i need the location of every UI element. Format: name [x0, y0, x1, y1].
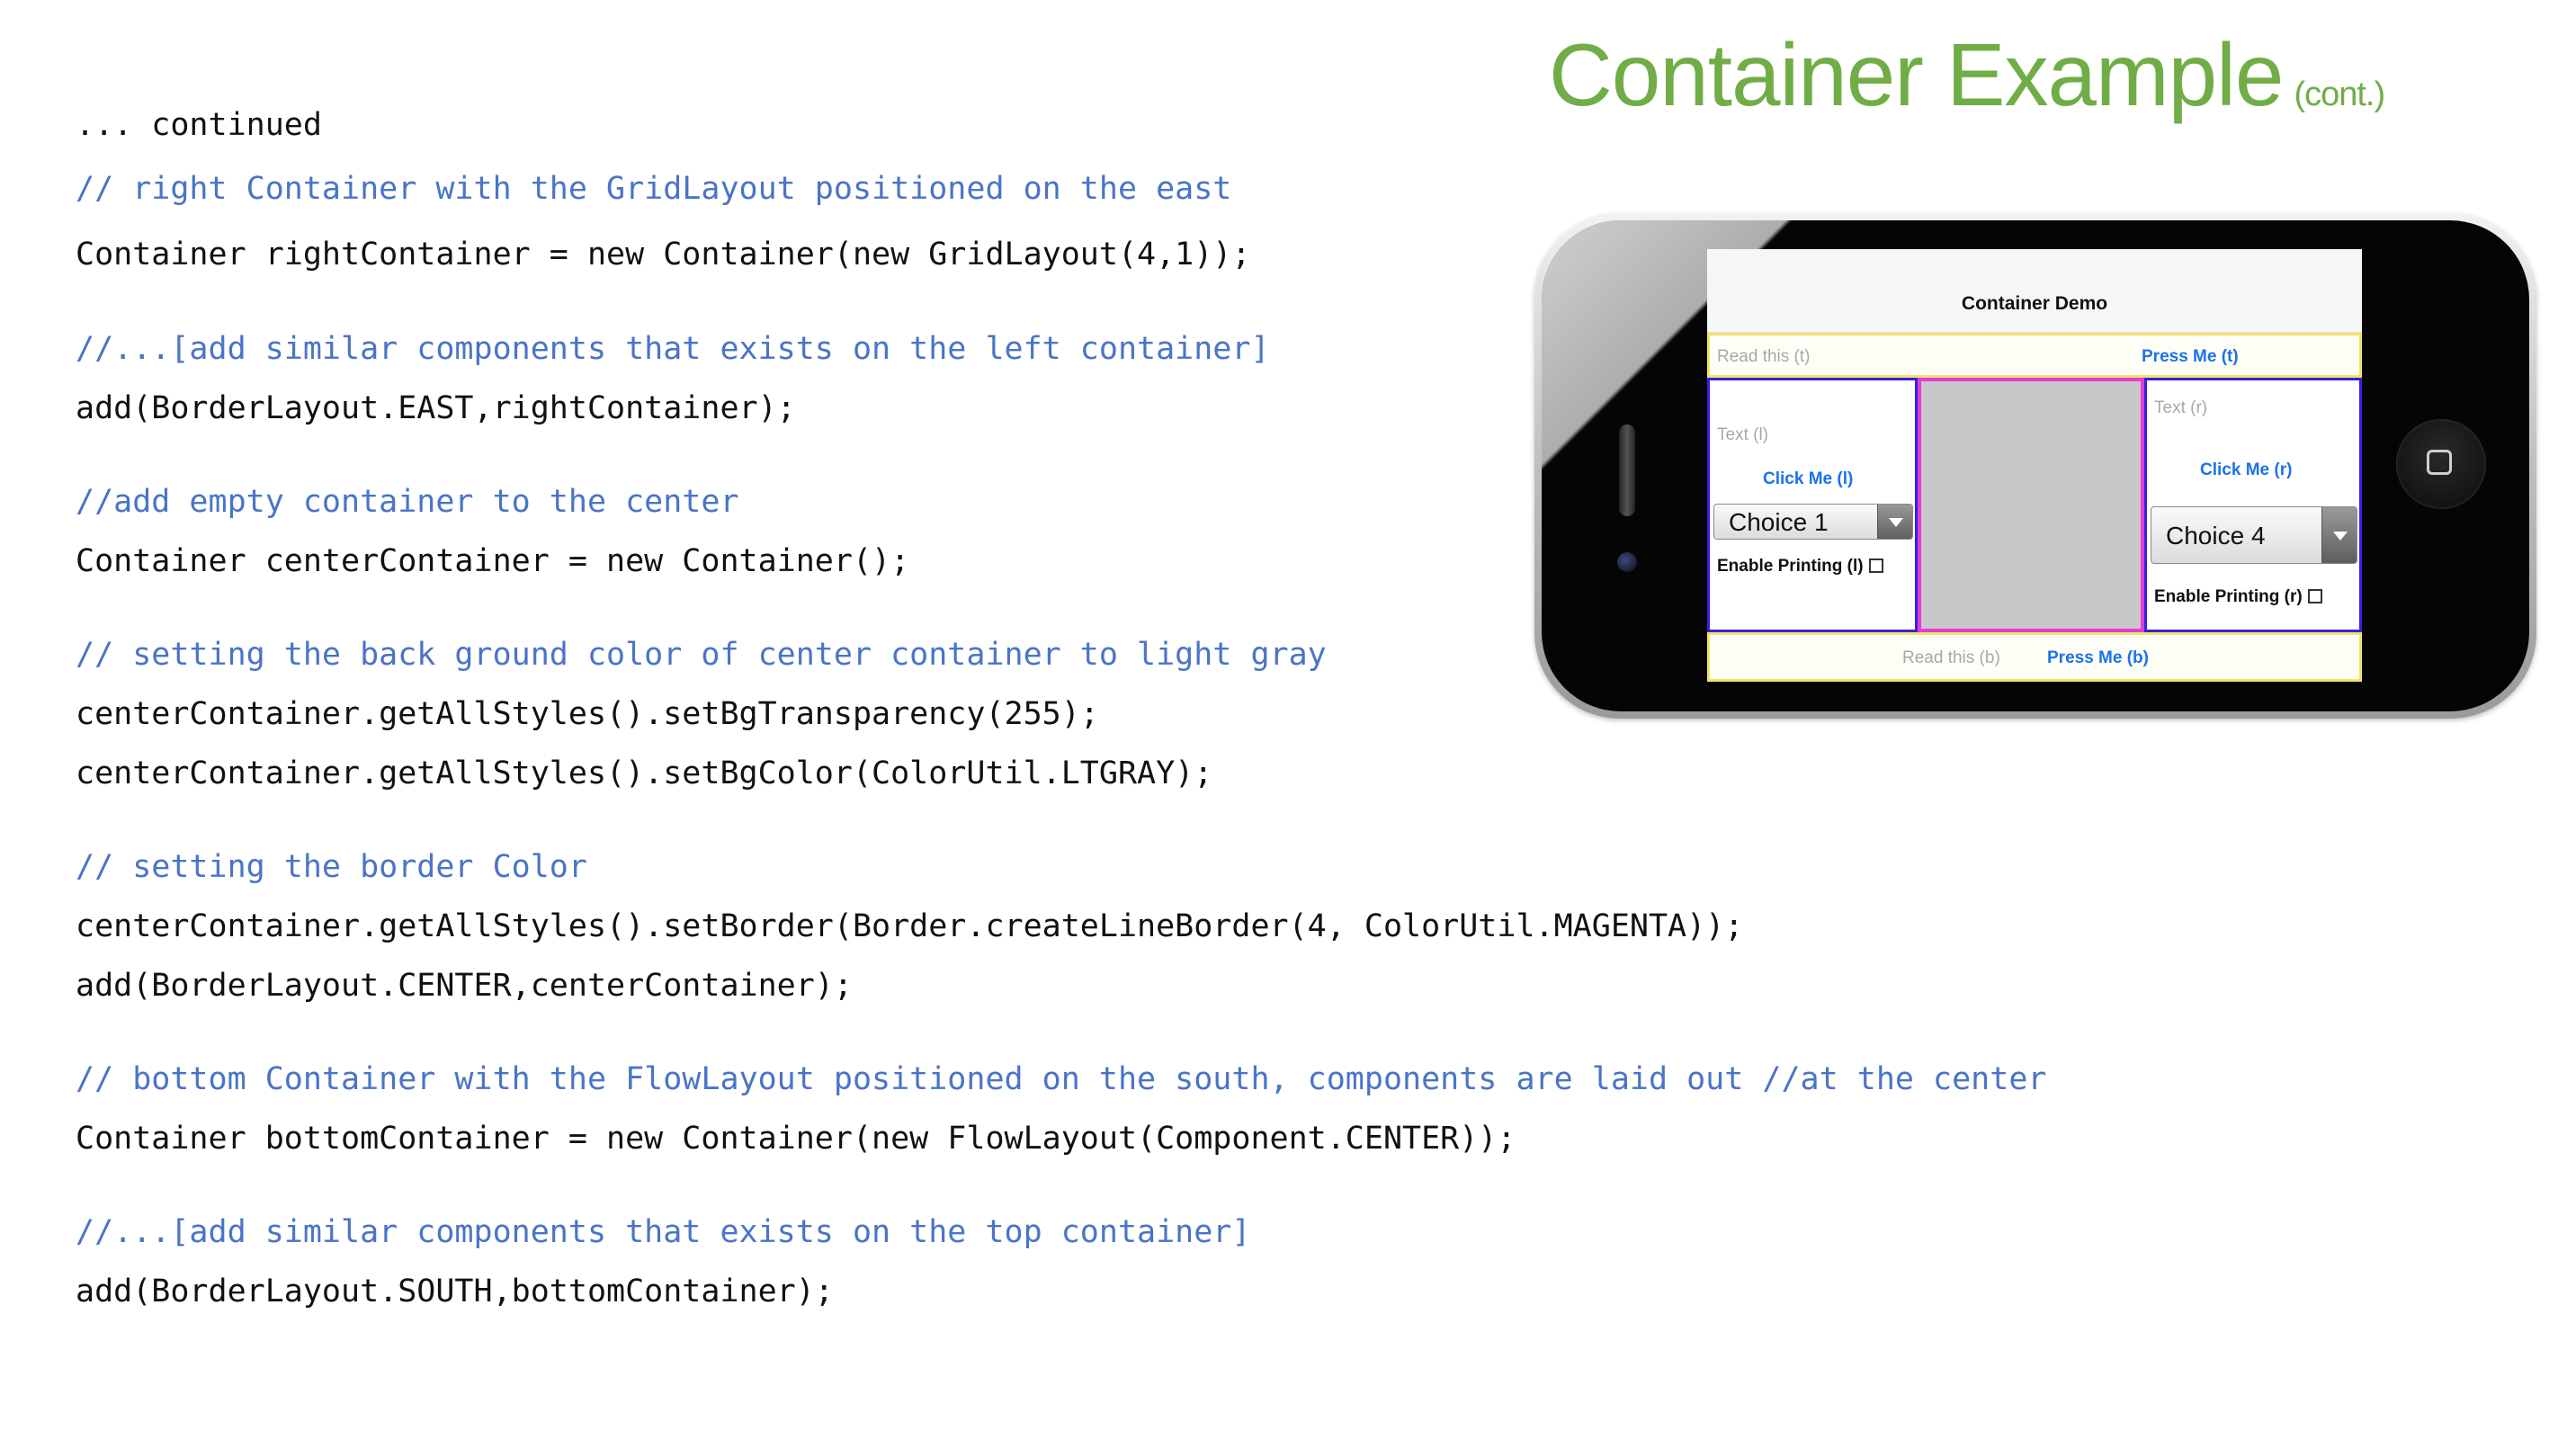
bottom-label: Read this (b): [1902, 648, 2000, 667]
code-line-continued: ... continued: [76, 107, 322, 143]
bottom-press-button[interactable]: Press Me (b): [2047, 648, 2149, 668]
home-square-icon: [2427, 450, 2452, 475]
left-checkbox-row[interactable]: Enable Printing (l): [1717, 557, 1883, 576]
slide-title: Container Example (cont.): [1549, 20, 2385, 130]
code-line-add-center: add(BorderLayout.CENTER,centerContainer)…: [76, 968, 853, 1004]
code-line-add-east: add(BorderLayout.EAST,rightContainer);: [76, 390, 796, 426]
left-text-field[interactable]: Text (l): [1717, 425, 1768, 445]
chevron-down-icon[interactable]: [1877, 505, 1912, 539]
speaker-icon: [1619, 425, 1635, 516]
top-label: Read this (t): [1717, 347, 1811, 366]
right-click-button[interactable]: Click Me (r): [2200, 460, 2292, 480]
code-line-bg-transparency: centerContainer.getAllStyles().setBgTran…: [76, 696, 1099, 732]
right-combo-value: Choice 4: [2166, 522, 2266, 550]
code-comment-bg-color: // setting the back ground color of cent…: [76, 637, 1327, 673]
right-container: Text (r) Click Me (r) Choice 4 Enable Pr…: [2144, 378, 2362, 632]
code-comment-bottom-container: // bottom Container with the FlowLayout …: [76, 1061, 2047, 1097]
slide-title-suffix: (cont.): [2294, 76, 2385, 113]
code-comment-right-container: // right Container with the GridLayout p…: [76, 171, 1232, 207]
top-press-button[interactable]: Press Me (t): [2142, 347, 2239, 367]
app-title-bar: Container Demo: [1707, 249, 2362, 333]
left-checkbox-label: Enable Printing (l): [1717, 557, 1864, 576]
left-checkbox[interactable]: [1868, 559, 1883, 573]
app-screen: Container Demo Read this (t) Press Me (t…: [1707, 249, 2362, 682]
code-comment-add-similar-top: //...[add similar components that exists…: [76, 1214, 1251, 1250]
code-comment-add-similar-left: //...[add similar components that exists…: [76, 331, 1270, 367]
camera-icon: [1617, 552, 1637, 572]
code-line-right-container: Container rightContainer = new Container…: [76, 237, 1251, 273]
bottom-container: Read this (b) Press Me (b): [1707, 632, 2362, 682]
right-text-field[interactable]: Text (r): [2154, 398, 2207, 418]
right-checkbox-label: Enable Printing (r): [2154, 587, 2303, 606]
left-container: Text (l) Click Me (l) Choice 1 Enable Pr…: [1707, 378, 1918, 632]
code-line-bg-color: centerContainer.getAllStyles().setBgColo…: [76, 755, 1213, 791]
code-comment-border-color: // setting the border Color: [76, 849, 587, 885]
code-comment-empty-center: //add empty container to the center: [76, 484, 739, 520]
right-checkbox[interactable]: [2307, 589, 2322, 603]
code-line-bottom-container: Container bottomContainer = new Containe…: [76, 1121, 1516, 1157]
right-checkbox-row[interactable]: Enable Printing (r): [2154, 587, 2322, 607]
code-line-set-border: centerContainer.getAllStyles().setBorder…: [76, 908, 1744, 944]
code-block: ... continued // right Container with th…: [76, 0, 2046, 1308]
left-click-button[interactable]: Click Me (l): [1763, 469, 1853, 489]
slide-title-text: Container Example: [1549, 25, 2284, 124]
center-container: [1918, 378, 2144, 632]
app-title: Container Demo: [1961, 293, 2108, 314]
right-combo-box[interactable]: Choice 4: [2151, 506, 2357, 564]
code-line-add-south: add(BorderLayout.SOUTH,bottomContainer);: [76, 1274, 834, 1309]
code-line-center-container: Container centerContainer = new Containe…: [76, 543, 910, 579]
top-container: Read this (t) Press Me (t): [1707, 333, 2362, 378]
left-combo-value: Choice 1: [1729, 508, 1829, 536]
left-combo-box[interactable]: Choice 1: [1713, 504, 1913, 540]
home-button[interactable]: [2396, 419, 2486, 509]
chevron-down-icon[interactable]: [2321, 507, 2357, 563]
